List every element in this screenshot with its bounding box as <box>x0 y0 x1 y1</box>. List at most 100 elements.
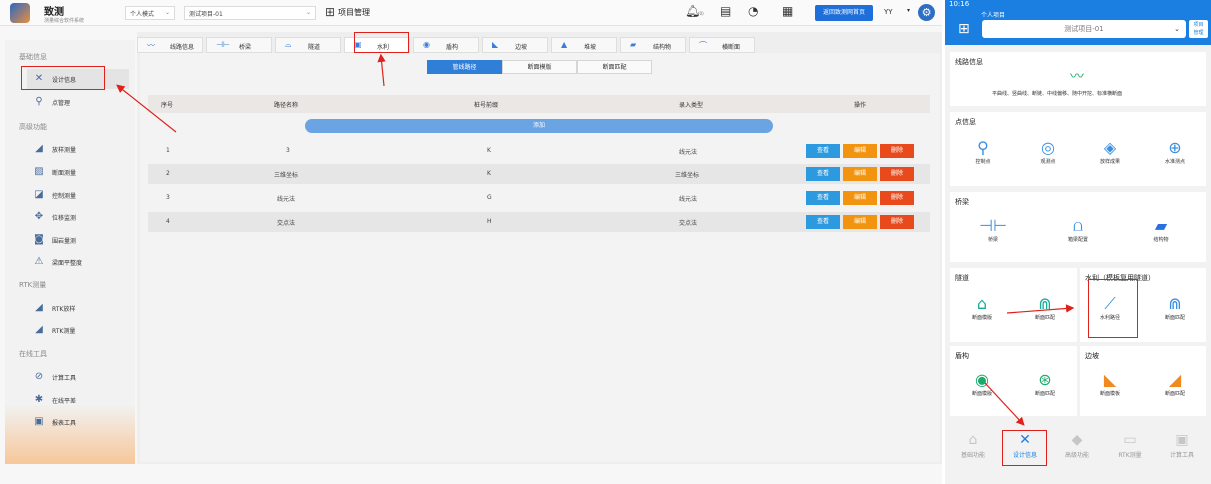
point-observe[interactable]: ◎ 观测点 <box>1030 138 1066 165</box>
tunnel-match-icon: ⋒ <box>1168 294 1182 313</box>
nav-calc[interactable]: ▣ 计算工具 <box>1157 430 1207 459</box>
slope-match[interactable]: ◢ 断面匹配 <box>1155 370 1195 397</box>
tunnel-match[interactable]: ⋒ 断面匹配 <box>1025 294 1065 321</box>
card-tunnel: 隧道 ⌂ 断面模版 ⋒ 断面匹配 <box>950 268 1077 342</box>
tab-tunnel[interactable]: ⌓ 隧道 <box>275 37 341 53</box>
edit-button[interactable]: 编辑 <box>843 215 877 229</box>
sidebar-item-adjust[interactable]: ✱ 在线平差 <box>27 390 129 410</box>
point-level[interactable]: ⊕ 水准测点 <box>1155 138 1195 165</box>
chevron-down-icon: ⌄ <box>305 9 311 16</box>
nav-rtk[interactable]: ▭ RTK测量 <box>1105 430 1155 459</box>
structure-icon: ▰ <box>630 40 637 49</box>
main-area: 〰线路信息 ⊣⊢ 桥梁 ⌓ 隧道 ▣ 水利 ◉ 盾构 ◣ 边坡 ▲ 堆坡 ▰ 结构物 ⌒ 横断面… <box>137 32 942 464</box>
shield-match[interactable]: ⊛ 断面匹配 <box>1025 370 1065 397</box>
tab-pile[interactable]: ▲ 堆坡 <box>551 37 617 53</box>
mobile-project-select[interactable]: 测试项目-01 ⌄ <box>982 20 1186 38</box>
tab-bridge[interactable]: ⊣⊢ 桥梁 <box>206 37 272 53</box>
shield-icon: ◉ <box>423 40 430 49</box>
section-icon: ▨ <box>34 166 44 177</box>
view-button[interactable]: 查看 <box>806 167 840 181</box>
sidebar-item-stakeout[interactable]: ◢ 放样测量 <box>27 139 129 159</box>
card-title: 线路信息 <box>955 58 983 66</box>
rtk-stake-icon: ◢ <box>35 302 43 313</box>
point-stakeout[interactable]: ◈ 放样成果 <box>1090 138 1130 165</box>
structure-item[interactable]: ▰ 结构物 <box>1143 216 1179 243</box>
home-button[interactable]: 返回致测网首页 <box>815 5 873 21</box>
bridge-item[interactable]: ⊣⊢ 桥梁 <box>975 216 1011 243</box>
page-title: 项目管理 <box>338 8 370 17</box>
sidebar-group-basic: 基础信息 <box>19 53 47 61</box>
col-actions: 操作 <box>854 102 867 109</box>
project-manage-button[interactable]: 项目 管理 <box>1189 20 1208 38</box>
girder-icon: ⩍ <box>1072 216 1084 235</box>
project-select-value: 测试项目-01 <box>189 11 223 18</box>
sidebar-item-control[interactable]: ◪ 控制测量 <box>27 185 129 205</box>
sidebar-group-advanced: 高级功能 <box>19 123 47 131</box>
delete-button[interactable]: 删除 <box>880 167 914 181</box>
sidebar-item-point-manage[interactable]: ⚲ 点管理 <box>27 92 129 112</box>
sidebar-item-section[interactable]: ▨ 断面测量 <box>27 162 129 182</box>
settings-icon[interactable]: ⚙ <box>918 4 935 21</box>
segment-section-match[interactable]: 断面匹配 <box>577 60 652 74</box>
sidebar-item-rtk-stakeout[interactable]: ◢ RTK放样 <box>27 298 129 318</box>
segment-pipeline-path[interactable]: 管线路径 <box>427 60 502 74</box>
flatness-icon: ⚠ <box>34 256 44 267</box>
tab-slope[interactable]: ◣ 边坡 <box>482 37 548 53</box>
edit-button[interactable]: 编辑 <box>843 144 877 158</box>
segment-section-template[interactable]: 断面模版 <box>502 60 577 74</box>
delete-button[interactable]: 删除 <box>880 215 914 229</box>
nav-basic[interactable]: ⌂ 基础功能 <box>948 430 998 459</box>
add-button[interactable]: 添加 <box>305 119 773 133</box>
delete-button[interactable]: 删除 <box>880 144 914 158</box>
grid-menu-icon[interactable]: ⊞ <box>958 21 970 37</box>
edit-button[interactable]: 编辑 <box>843 191 877 205</box>
sidebar-item-displacement[interactable]: ✥ 位移监测 <box>27 207 129 227</box>
card-title: 桥梁 <box>955 198 969 206</box>
book-icon[interactable]: ▤ <box>720 4 731 18</box>
tab-cross-section[interactable]: ⌒ 横断面 <box>689 37 755 53</box>
home-icon: ⌂ <box>968 432 978 448</box>
tab-bar: 〰线路信息 ⊣⊢ 桥梁 ⌓ 隧道 ▣ 水利 ◉ 盾构 ◣ 边坡 ▲ 堆坡 ▰ 结构物 ⌒ 横断面 <box>137 37 942 53</box>
mode-select[interactable]: 个人模式 ⌄ <box>125 6 175 20</box>
user-caret[interactable]: ▾ <box>907 7 910 14</box>
status-time: 10:16 <box>949 0 970 8</box>
shield-template[interactable]: ◉ 断面模版 <box>962 370 1002 397</box>
personal-project-label: 个人项目 <box>981 12 1006 19</box>
sidebar-item-rock[interactable]: ◙ 围岩量测 <box>27 230 129 250</box>
tab-line-info[interactable]: 〰线路信息 <box>137 37 203 53</box>
wave-icon[interactable]: 〰 <box>1070 66 1084 86</box>
card-point-info: 点信息 ⚲ 控制点 ◎ 观测点 ◈ 放样成果 ⊕ 水准测点 <box>950 112 1206 186</box>
user-name[interactable]: YY <box>884 8 893 16</box>
view-button[interactable]: 查看 <box>806 144 840 158</box>
sidebar-item-rtk-survey[interactable]: ◢ RTK测量 <box>27 320 129 340</box>
box-girder-item[interactable]: ⩍ 箱梁配置 <box>1056 216 1100 243</box>
sidebar-item-calc[interactable]: ⊘ 计算工具 <box>27 367 129 387</box>
mobile-panel: 10:16 个人项目 ⊞ 测试项目-01 ⌄ 项目 管理 线路信息 〰 平曲线、… <box>945 0 1211 484</box>
col-input-type: 录入类型 <box>679 102 704 109</box>
point-control[interactable]: ⚲ 控制点 <box>965 138 1001 165</box>
table-row: 3 线元法 G 线元法 查看 编辑 删除 <box>148 188 930 208</box>
tunnel-template[interactable]: ⌂ 断面模版 <box>962 294 1002 321</box>
card-bridge: 桥梁 ⊣⊢ 桥梁 ⩍ 箱梁配置 ▰ 结构物 <box>950 192 1206 262</box>
tunnel-match-icon: ⋒ <box>1038 294 1052 313</box>
slope-template[interactable]: ◣ 断面模板 <box>1090 370 1130 397</box>
sidebar-item-flatness[interactable]: ⚠ 梁面平整度 <box>27 252 129 272</box>
qrcode-icon[interactable]: ▦ <box>782 4 793 18</box>
water-match[interactable]: ⋒ 断面匹配 <box>1155 294 1195 321</box>
edit-button[interactable]: 编辑 <box>843 167 877 181</box>
rtk-icon: ▭ <box>1123 432 1137 448</box>
card-title: 隧道 <box>955 274 969 282</box>
project-select[interactable]: 测试项目-01 ⌄ <box>184 6 316 20</box>
tab-structure[interactable]: ▰ 结构物 <box>620 37 686 53</box>
pin-icon: ⚲ <box>35 96 43 107</box>
tab-shield[interactable]: ◉ 盾构 <box>413 37 479 53</box>
nav-advanced[interactable]: ◆ 高级功能 <box>1052 430 1102 459</box>
help-icon[interactable]: ◔ <box>748 4 758 18</box>
sidebar: 基础信息 ✕ 设计信息 ⚲ 点管理 高级功能 ◢ 放样测量 ▨ 断面测量 ◪ 控制测量 ✥… <box>5 40 135 464</box>
sidebar-item-report[interactable]: ▣ 报表工具 <box>27 412 129 432</box>
delete-button[interactable]: 删除 <box>880 191 914 205</box>
view-button[interactable]: 查看 <box>806 191 840 205</box>
bottom-nav: ⌂ 基础功能 ✕ 设计信息 ◆ 高级功能 ▭ RTK测量 ▣ 计算工具 <box>945 430 1211 466</box>
view-button[interactable]: 查看 <box>806 215 840 229</box>
mode-select-value: 个人模式 <box>130 11 155 18</box>
